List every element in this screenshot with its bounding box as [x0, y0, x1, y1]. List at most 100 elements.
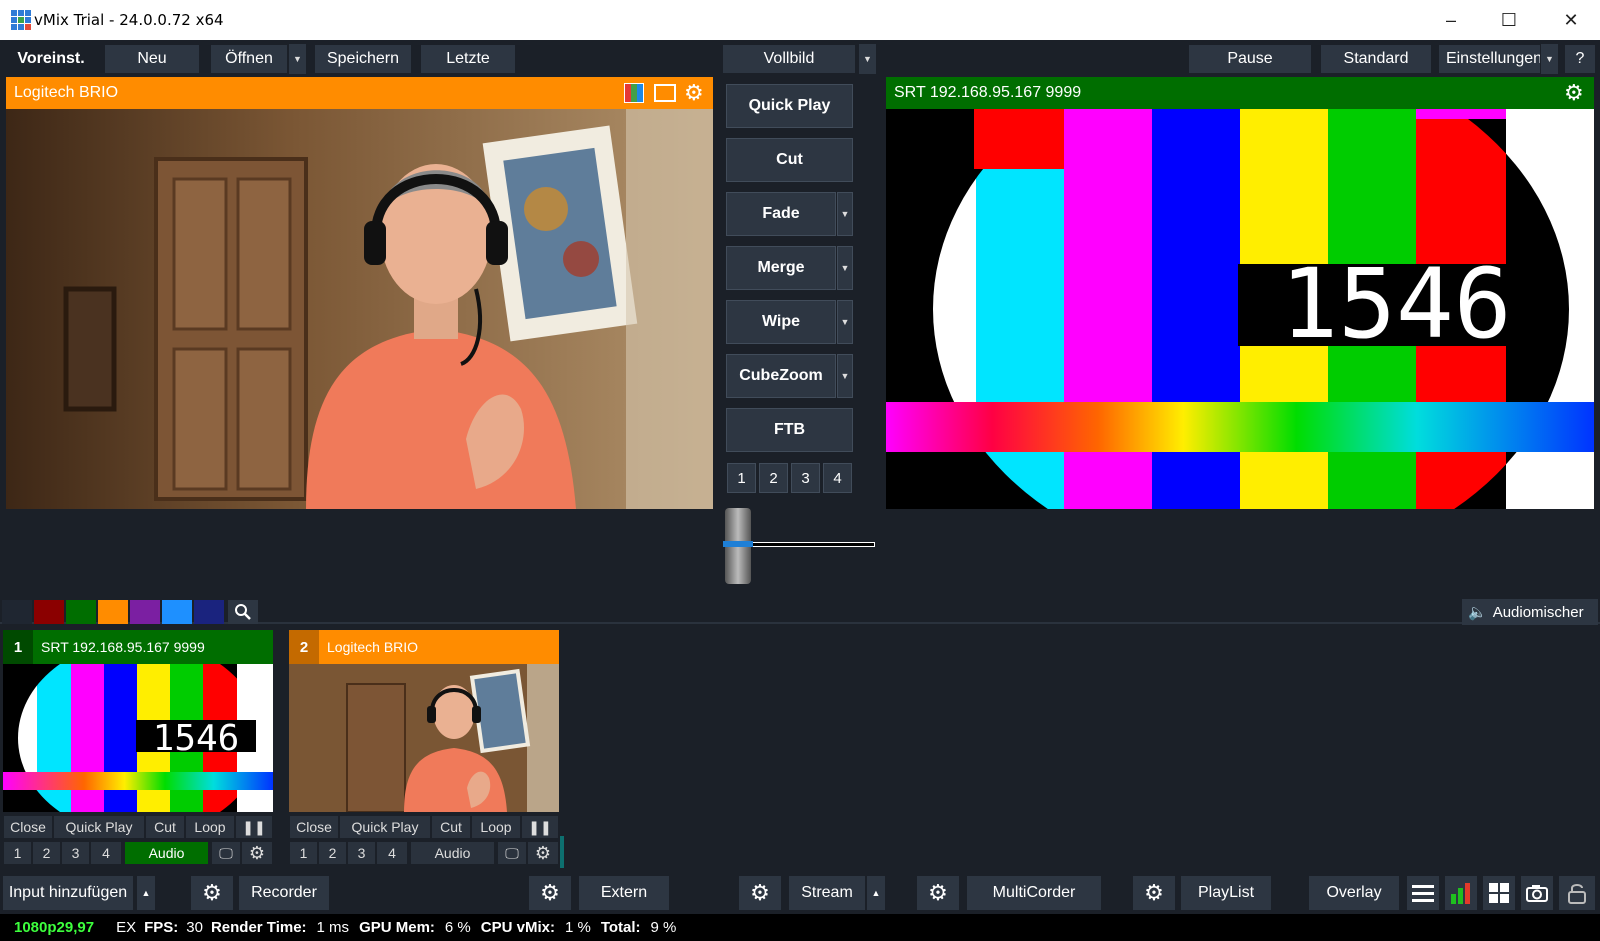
transition-number-2[interactable]: 2	[759, 463, 788, 493]
overlay-4-button[interactable]: 4	[376, 841, 408, 865]
window-title: vMix Trial - 24.0.0.72 x64	[34, 11, 224, 29]
gear-icon[interactable]: ⚙	[528, 875, 572, 911]
menu-icon[interactable]	[1406, 875, 1440, 911]
grid-icon[interactable]	[1482, 875, 1516, 911]
pause-icon[interactable]: ❚❚	[521, 815, 559, 839]
input-hinzufuegen-button[interactable]: Input hinzufügen	[2, 875, 134, 911]
maximize-button[interactable]: ☐	[1480, 0, 1538, 40]
filter-navy-swatch[interactable]	[194, 600, 224, 624]
input-card-2[interactable]: 2 Logitech BRIO Close Quick Play Cut Loo…	[289, 630, 559, 870]
ftb-button[interactable]: FTB	[726, 408, 853, 452]
filter-red-swatch[interactable]	[34, 600, 64, 624]
gear-icon[interactable]: ⚙	[684, 80, 704, 106]
oeffnen-button[interactable]: Öffnen	[210, 44, 288, 74]
input-hinzufuegen-dropdown-icon[interactable]: ▲	[136, 875, 156, 911]
overlay-3-button[interactable]: 3	[347, 841, 376, 865]
colour-correction-icon[interactable]	[624, 83, 644, 103]
input-2-thumbnail[interactable]	[289, 664, 559, 812]
input-1-header[interactable]: 1 SRT 192.168.95.167 9999	[3, 630, 273, 664]
gear-icon[interactable]: ⚙	[738, 875, 782, 911]
recorder-button[interactable]: Recorder	[238, 875, 330, 911]
camera-icon[interactable]	[1520, 875, 1554, 911]
overlay-1-button[interactable]: 1	[289, 841, 318, 865]
input-card-1[interactable]: 1 SRT 192.168.95.167 9999 1546 Close Qui…	[3, 630, 273, 870]
einstellungen-dropdown-icon[interactable]: ▼	[1540, 44, 1558, 74]
lock-icon[interactable]	[1558, 875, 1596, 911]
overlay-2-button[interactable]: 2	[32, 841, 61, 865]
close-window-button[interactable]: ✕	[1542, 0, 1600, 40]
close-button[interactable]: Close	[3, 815, 53, 839]
monitor-icon[interactable]: 🖵	[211, 841, 241, 865]
wipe-dropdown-icon[interactable]: ▼	[837, 300, 853, 344]
einstellungen-button[interactable]: Einstellungen	[1438, 44, 1550, 74]
filter-blue-swatch[interactable]	[162, 600, 192, 624]
overlay-2-button[interactable]: 2	[318, 841, 347, 865]
overlay-button[interactable]: Overlay	[1308, 875, 1400, 911]
monitor-icon[interactable]: 🖵	[497, 841, 527, 865]
cpu-vmix-value: 1 %	[564, 919, 591, 936]
close-button[interactable]: Close	[289, 815, 339, 839]
loop-button[interactable]: Loop	[471, 815, 521, 839]
standard-button[interactable]: Standard	[1320, 44, 1432, 74]
audiomixer-label: Audiomischer	[1492, 603, 1584, 621]
cut-button[interactable]: Cut	[726, 138, 853, 182]
cubezoom-dropdown-icon[interactable]: ▼	[837, 354, 853, 398]
cubezoom-button[interactable]: CubeZoom	[726, 354, 836, 398]
gear-icon[interactable]: ⚙	[1564, 80, 1584, 106]
overlay-3-button[interactable]: 3	[61, 841, 90, 865]
merge-dropdown-icon[interactable]: ▼	[837, 246, 853, 290]
input-2-header[interactable]: 2 Logitech BRIO	[289, 630, 559, 664]
fade-dropdown-icon[interactable]: ▼	[837, 192, 853, 236]
help-button[interactable]: ?	[1564, 44, 1596, 74]
voreinst-button[interactable]: Voreinst.	[2, 44, 100, 74]
vollbild-dropdown-icon[interactable]: ▼	[858, 44, 876, 74]
filter-all-swatch[interactable]	[2, 600, 32, 624]
extern-button[interactable]: Extern	[578, 875, 670, 911]
preview-header: Logitech BRIO ⚙	[6, 77, 713, 109]
bars-icon[interactable]	[1444, 875, 1478, 911]
quick-play-button[interactable]: Quick Play	[53, 815, 145, 839]
multicorder-button[interactable]: MultiCorder	[966, 875, 1102, 911]
cut-button[interactable]: Cut	[145, 815, 185, 839]
wipe-button[interactable]: Wipe	[726, 300, 836, 344]
audiomixer-button[interactable]: 🔈 Audiomischer	[1462, 599, 1598, 625]
merge-button[interactable]: Merge	[726, 246, 836, 290]
gear-icon[interactable]: ⚙	[241, 841, 273, 865]
letzte-button[interactable]: Letzte	[420, 44, 516, 74]
playlist-button[interactable]: PlayList	[1180, 875, 1272, 911]
stream-dropdown-icon[interactable]: ▲	[866, 875, 886, 911]
fade-transition: Fade ▼	[726, 192, 853, 236]
minimize-button[interactable]: –	[1422, 0, 1480, 40]
audio-button[interactable]: Audio	[124, 841, 209, 865]
overlay-4-button[interactable]: 4	[90, 841, 122, 865]
filter-orange-swatch[interactable]	[98, 600, 128, 624]
quick-play-button[interactable]: Quick Play	[726, 84, 853, 128]
pause-icon[interactable]: ❚❚	[235, 815, 273, 839]
gear-icon[interactable]: ⚙	[527, 841, 559, 865]
neu-button[interactable]: Neu	[104, 44, 200, 74]
fullscreen-preview-icon[interactable]	[654, 84, 676, 102]
vollbild-button[interactable]: Vollbild	[722, 44, 856, 74]
stream-button[interactable]: Stream	[788, 875, 866, 911]
cut-button[interactable]: Cut	[431, 815, 471, 839]
quick-play-button[interactable]: Quick Play	[339, 815, 431, 839]
filter-purple-swatch[interactable]	[130, 600, 160, 624]
transition-number-3[interactable]: 3	[791, 463, 820, 493]
transition-number-4[interactable]: 4	[823, 463, 852, 493]
fade-button[interactable]: Fade	[726, 192, 836, 236]
search-icon[interactable]	[228, 600, 258, 624]
overlay-1-button[interactable]: 1	[3, 841, 32, 865]
total-label: Total:	[600, 919, 641, 936]
transition-number-1[interactable]: 1	[727, 463, 756, 493]
loop-button[interactable]: Loop	[185, 815, 235, 839]
filter-green-swatch[interactable]	[66, 600, 96, 624]
gear-icon[interactable]: ⚙	[1132, 875, 1176, 911]
gear-icon[interactable]: ⚙	[916, 875, 960, 911]
audio-button[interactable]: Audio	[410, 841, 495, 865]
output-clock-text: 1546	[1280, 248, 1511, 360]
input-1-thumbnail[interactable]: 1546	[3, 664, 273, 812]
speichern-button[interactable]: Speichern	[314, 44, 412, 74]
pause-button[interactable]: Pause	[1188, 44, 1312, 74]
oeffnen-dropdown-icon[interactable]: ▼	[288, 44, 306, 74]
gear-icon[interactable]: ⚙	[190, 875, 234, 911]
